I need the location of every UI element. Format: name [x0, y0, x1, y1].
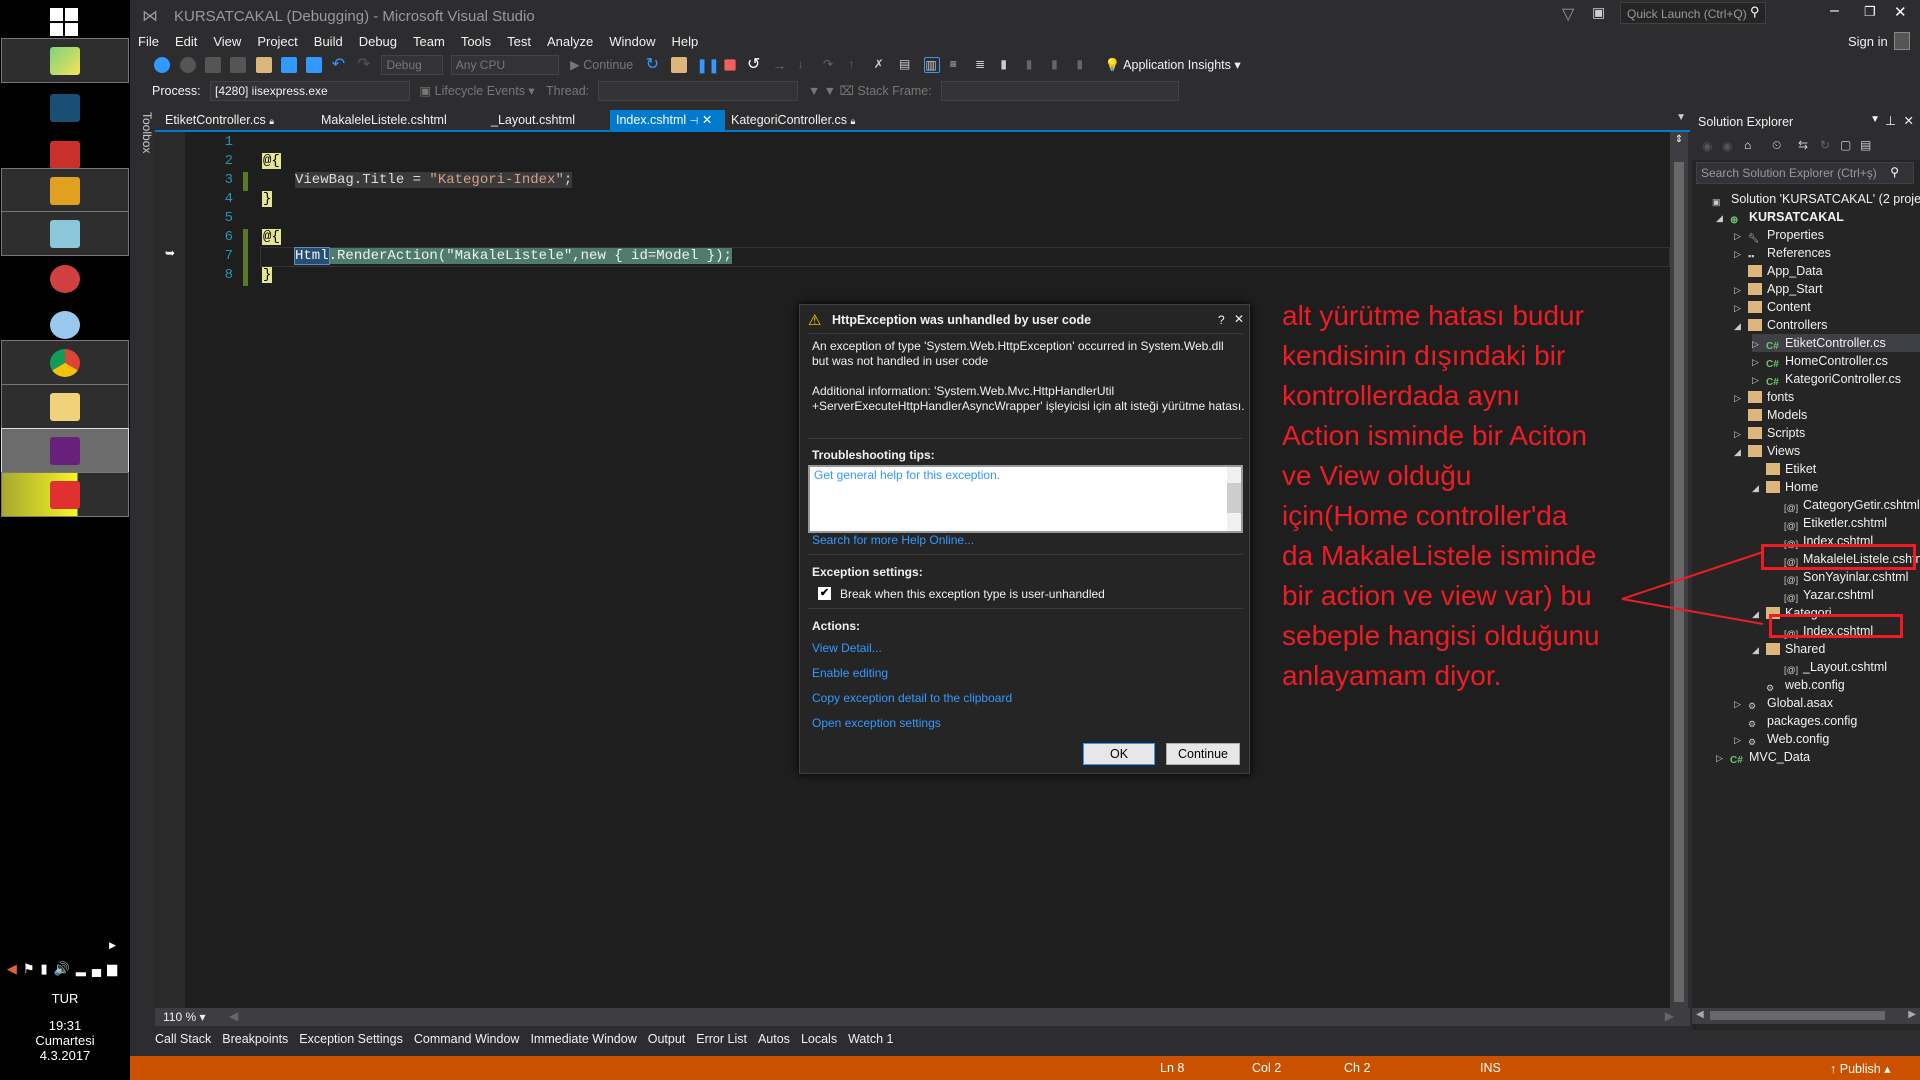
annotation-highlight-box: [1769, 614, 1903, 638]
annotation-arrow-line: [1621, 551, 1764, 600]
annotation-highlight-box: [1761, 544, 1916, 570]
annotation-arrows: [1621, 551, 1764, 625]
annotation-arrow-line: [1621, 598, 1764, 625]
